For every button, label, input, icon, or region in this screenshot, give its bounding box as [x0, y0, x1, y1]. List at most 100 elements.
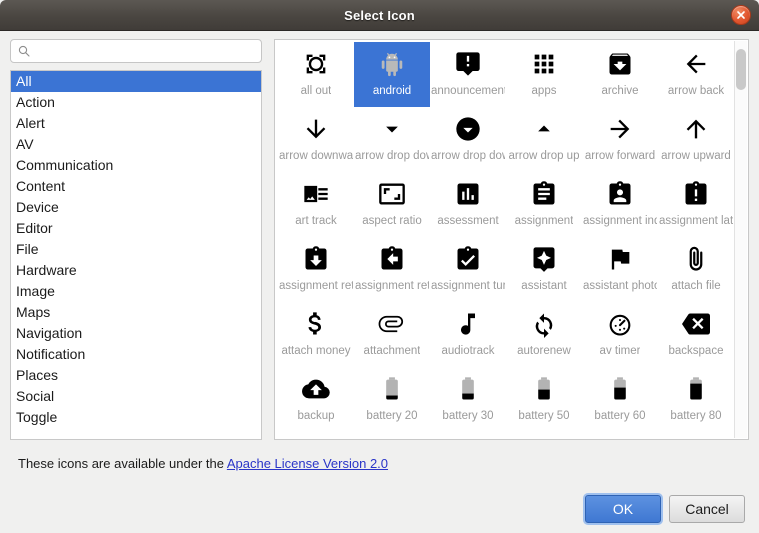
- assessment-icon: [450, 176, 486, 212]
- icon-cell[interactable]: audiotrack: [430, 302, 506, 367]
- all-out-icon: [298, 46, 334, 82]
- icon-cell[interactable]: [658, 432, 734, 439]
- icon-cell[interactable]: [430, 432, 506, 439]
- android-icon: [374, 46, 410, 82]
- search-input[interactable]: [34, 41, 261, 61]
- icon-label: battery 20: [366, 410, 418, 422]
- icon-label: arrow drop down circle: [431, 150, 505, 162]
- category-item[interactable]: Alert: [11, 113, 261, 134]
- category-list[interactable]: All Action Alert AV Communication Content Devi…: [10, 70, 262, 440]
- icon-label: archive: [601, 85, 639, 97]
- icon-cell[interactable]: assessment: [430, 172, 506, 237]
- arrow-downward-icon: [298, 111, 334, 147]
- category-item[interactable]: AV: [11, 134, 261, 155]
- category-item[interactable]: Device: [11, 197, 261, 218]
- icon-cell[interactable]: arrow drop down: [354, 107, 430, 172]
- icon-cell[interactable]: [506, 432, 582, 439]
- icon-cell[interactable]: assignment turned in: [430, 237, 506, 302]
- icon-cell[interactable]: attachment: [354, 302, 430, 367]
- icon-cell[interactable]: announcement: [430, 42, 506, 107]
- category-item[interactable]: All: [11, 71, 261, 92]
- search-box[interactable]: [10, 39, 262, 63]
- icon-grid[interactable]: all out android announcement apps archive arr…: [275, 40, 735, 439]
- icon-cell[interactable]: apps: [506, 42, 582, 107]
- category-item[interactable]: Navigation: [11, 323, 261, 344]
- cancel-button[interactable]: Cancel: [669, 495, 745, 523]
- icon-cell[interactable]: battery 50: [506, 367, 582, 432]
- icon-cell[interactable]: backup: [278, 367, 354, 432]
- category-item[interactable]: Image: [11, 281, 261, 302]
- icon-cell[interactable]: art track: [278, 172, 354, 237]
- category-item[interactable]: Social: [11, 386, 261, 407]
- icon-cell[interactable]: assistant photo: [582, 237, 658, 302]
- assignment-turned-in-icon: [450, 241, 486, 277]
- icon-cell[interactable]: arrow upward: [658, 107, 734, 172]
- icon-cell[interactable]: [582, 432, 658, 439]
- apache-license-link[interactable]: Apache License Version 2.0: [227, 456, 388, 471]
- select-icon-dialog: Select Icon All Action Alert AV Communicatio…: [0, 0, 759, 533]
- icon-cell[interactable]: aspect ratio: [354, 172, 430, 237]
- icon-label: apps: [531, 85, 557, 97]
- icon-label: backspace: [668, 345, 724, 357]
- icon-cell[interactable]: arrow drop up: [506, 107, 582, 172]
- icon-cell[interactable]: battery 60: [582, 367, 658, 432]
- attach-file-icon: [678, 241, 714, 277]
- battery-30-icon: [450, 371, 486, 407]
- icon-label: arrow drop up: [508, 150, 580, 162]
- icon-cell[interactable]: assignment late: [658, 172, 734, 237]
- window-titlebar: Select Icon: [0, 0, 759, 31]
- icon-cell[interactable]: backspace: [658, 302, 734, 367]
- icon-grid-scrollbar[interactable]: [734, 41, 747, 438]
- icon-cell[interactable]: archive: [582, 42, 658, 107]
- icon-cell[interactable]: battery 30: [430, 367, 506, 432]
- icon-cell[interactable]: android: [354, 42, 430, 107]
- battery-60-icon: [602, 371, 638, 407]
- arrow-upward-icon: [678, 111, 714, 147]
- ok-button[interactable]: OK: [585, 495, 661, 523]
- close-icon[interactable]: [731, 5, 751, 25]
- battery-full-icon: [374, 436, 410, 439]
- category-item[interactable]: Places: [11, 365, 261, 386]
- icon-label: assistant photo: [583, 280, 657, 292]
- icon-label: battery 60: [594, 410, 646, 422]
- icon-cell[interactable]: assignment ind: [582, 172, 658, 237]
- av-timer-icon: [602, 306, 638, 342]
- icon-cell[interactable]: av timer: [582, 302, 658, 367]
- icon-grid-scrollport: all out android announcement apps archive arr…: [275, 40, 735, 439]
- search-icon: [18, 45, 30, 57]
- category-item[interactable]: Hardware: [11, 260, 261, 281]
- icon-cell[interactable]: battery 80: [658, 367, 734, 432]
- icon-cell[interactable]: attach money: [278, 302, 354, 367]
- battery-80-icon: [678, 371, 714, 407]
- category-item[interactable]: Maps: [11, 302, 261, 323]
- icon-cell[interactable]: assignment return: [354, 237, 430, 302]
- arrow-drop-down-circle-icon: [450, 111, 486, 147]
- icon-cell[interactable]: battery 20: [354, 367, 430, 432]
- icon-cell[interactable]: [278, 432, 354, 439]
- arrow-back-icon: [678, 46, 714, 82]
- icon-cell[interactable]: arrow downward: [278, 107, 354, 172]
- category-item[interactable]: Content: [11, 176, 261, 197]
- category-item[interactable]: Toggle: [11, 407, 261, 428]
- category-item[interactable]: Communication: [11, 155, 261, 176]
- category-item[interactable]: Notification: [11, 344, 261, 365]
- icon-cell[interactable]: all out: [278, 42, 354, 107]
- attach-money-icon: [298, 306, 334, 342]
- category-item[interactable]: File: [11, 239, 261, 260]
- icon-grid-scrollbar-thumb[interactable]: [736, 49, 746, 90]
- icon-cell[interactable]: arrow back: [658, 42, 734, 107]
- audiotrack-icon: [450, 306, 486, 342]
- category-item[interactable]: Action: [11, 92, 261, 113]
- icon-cell[interactable]: [354, 432, 430, 439]
- icon-cell[interactable]: arrow drop down circle: [430, 107, 506, 172]
- icon-cell[interactable]: assignment returned: [278, 237, 354, 302]
- icon-cell[interactable]: arrow forward: [582, 107, 658, 172]
- battery-charging-50-icon: [678, 436, 714, 439]
- icon-cell[interactable]: assistant: [506, 237, 582, 302]
- icon-cell[interactable]: attach file: [658, 237, 734, 302]
- icon-cell[interactable]: autorenew: [506, 302, 582, 367]
- category-item[interactable]: Editor: [11, 218, 261, 239]
- icon-cell[interactable]: assignment: [506, 172, 582, 237]
- icon-label: attachment: [363, 345, 421, 357]
- aspect-ratio-icon: [374, 176, 410, 212]
